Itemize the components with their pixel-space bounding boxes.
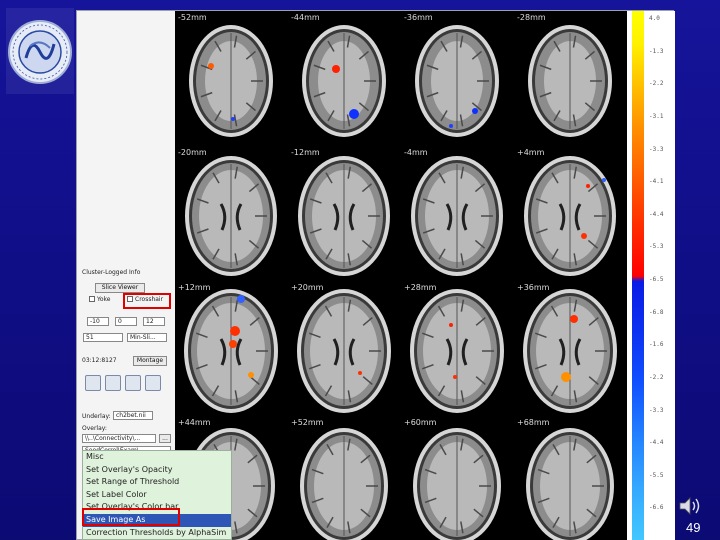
brain-slice[interactable]: -4mm — [401, 146, 514, 281]
cluster-info-label: Cluster-Logged Info — [82, 269, 141, 276]
view-dropdown[interactable]: Min-Sli... — [127, 333, 167, 342]
brain-sagittal-icon[interactable] — [105, 375, 121, 391]
colorbar-tick: -3.3 — [649, 406, 664, 414]
brain-slice[interactable]: +20mm — [288, 281, 401, 416]
colorbar-tick: -2.2 — [649, 373, 664, 381]
coords-readout: 03:12:8127 — [82, 357, 117, 364]
overlay-path-field[interactable]: \\..\Connectivity\... — [82, 434, 156, 443]
slice-label: +28mm — [404, 283, 437, 292]
colorbar-tick: -5.5 — [649, 471, 664, 479]
context-menu: Misc Set Overlay's Opacity Set Range of Th… — [82, 450, 232, 540]
speaker-icon[interactable] — [678, 496, 702, 516]
slice-montage[interactable]: -52mm -44mm -36mm -28mm -20mm -12mm -4mm +4mm +1… — [175, 11, 627, 540]
slice-viewer-button[interactable]: Slice Viewer — [95, 283, 145, 293]
menu-item[interactable]: Save Image As — [83, 513, 231, 527]
colorbar-tick: -1.3 — [649, 47, 664, 55]
slice-label: -44mm — [291, 13, 320, 22]
slice-label: +12mm — [178, 283, 211, 292]
slice-label: +44mm — [178, 418, 211, 427]
overlay-label: Overlay: — [82, 425, 107, 432]
menu-item[interactable]: Correction Thresholds by AlphaSim — [83, 527, 231, 540]
colorbar-tick: -4.4 — [649, 210, 664, 218]
slice-label: -36mm — [404, 13, 433, 22]
slice-label: +52mm — [291, 418, 324, 427]
brain-slice[interactable]: -36mm — [401, 11, 514, 146]
slice-label: +4mm — [517, 148, 545, 157]
colorbar-tick: -4.1 — [649, 178, 664, 186]
slice-label: +20mm — [291, 283, 324, 292]
menu-item[interactable]: Set Label Color — [83, 489, 231, 502]
slice-label: +60mm — [404, 418, 437, 427]
browse-button[interactable]: ... — [159, 434, 171, 443]
colorbar-tick: -6.6 — [649, 504, 664, 512]
colorbar: 4.0 -1.3 -2.2 -3.1 -3.3 -4.1 -4.4 -5.3 -6.5 -6.8 -… — [627, 11, 675, 540]
slice-label: +68mm — [517, 418, 550, 427]
brain-slice[interactable]: +60mm — [401, 416, 514, 540]
brain-slice[interactable]: -52mm — [175, 11, 288, 146]
yoke-checkbox[interactable] — [89, 296, 95, 302]
menu-item[interactable]: Set Overlay's Color bar — [83, 501, 231, 514]
colorbar-strip — [632, 11, 644, 540]
slice-label: +36mm — [517, 283, 550, 292]
coord-z-field[interactable]: 12 — [143, 317, 165, 326]
colorbar-tick: -2.2 — [649, 80, 664, 88]
colorbar-tick: -4.4 — [649, 439, 664, 447]
yoke-label: Yoke — [97, 296, 111, 303]
colorbar-tick: -1.6 — [649, 341, 664, 349]
brain-slice[interactable]: -20mm — [175, 146, 288, 281]
colorbar-tick: -6.8 — [649, 308, 664, 316]
brain-slice[interactable]: +52mm — [288, 416, 401, 540]
page-number: 49 — [686, 520, 701, 535]
brain-slice[interactable]: -28mm — [514, 11, 627, 146]
colorbar-tick: -5.3 — [649, 243, 664, 251]
brain-slice[interactable]: -12mm — [288, 146, 401, 281]
brain-slice[interactable]: +68mm — [514, 416, 627, 540]
threshold-dropdown[interactable]: 51 — [83, 333, 123, 342]
coord-x-field[interactable]: -10 — [87, 317, 109, 326]
colorbar-tick: -6.5 — [649, 276, 664, 283]
slice-label: -52mm — [178, 13, 207, 22]
crosshair-label: Crosshair — [135, 296, 164, 303]
montage-button[interactable]: Montage — [133, 356, 167, 366]
coord-y-field[interactable]: 0 — [115, 317, 137, 326]
brain-slice[interactable]: +12mm — [175, 281, 288, 416]
underlay-dropdown[interactable]: ch2bet.nii — [113, 411, 153, 420]
university-logo — [6, 8, 74, 94]
brain-icon[interactable] — [85, 375, 101, 391]
underlay-label: Underlay: — [82, 413, 111, 420]
slice-label: -28mm — [517, 13, 546, 22]
brain-slice[interactable]: +36mm — [514, 281, 627, 416]
brain-axial-icon[interactable] — [145, 375, 161, 391]
colorbar-tick: 4.0 — [649, 15, 660, 22]
brain-slice[interactable]: +28mm — [401, 281, 514, 416]
colorbar-tick: -3.3 — [649, 145, 664, 153]
slice-label: -20mm — [178, 148, 207, 157]
menu-item[interactable]: Set Range of Threshold — [83, 476, 231, 489]
crosshair-checkbox[interactable] — [127, 296, 133, 302]
colorbar-tick: -3.1 — [649, 112, 664, 120]
slice-label: -12mm — [291, 148, 320, 157]
brain-coronal-icon[interactable] — [125, 375, 141, 391]
brain-slice[interactable]: -44mm — [288, 11, 401, 146]
menu-item[interactable]: Set Overlay's Opacity — [83, 464, 231, 477]
brain-slice[interactable]: +4mm — [514, 146, 627, 281]
slice-label: -4mm — [404, 148, 428, 157]
menu-item[interactable]: Misc — [83, 451, 231, 464]
